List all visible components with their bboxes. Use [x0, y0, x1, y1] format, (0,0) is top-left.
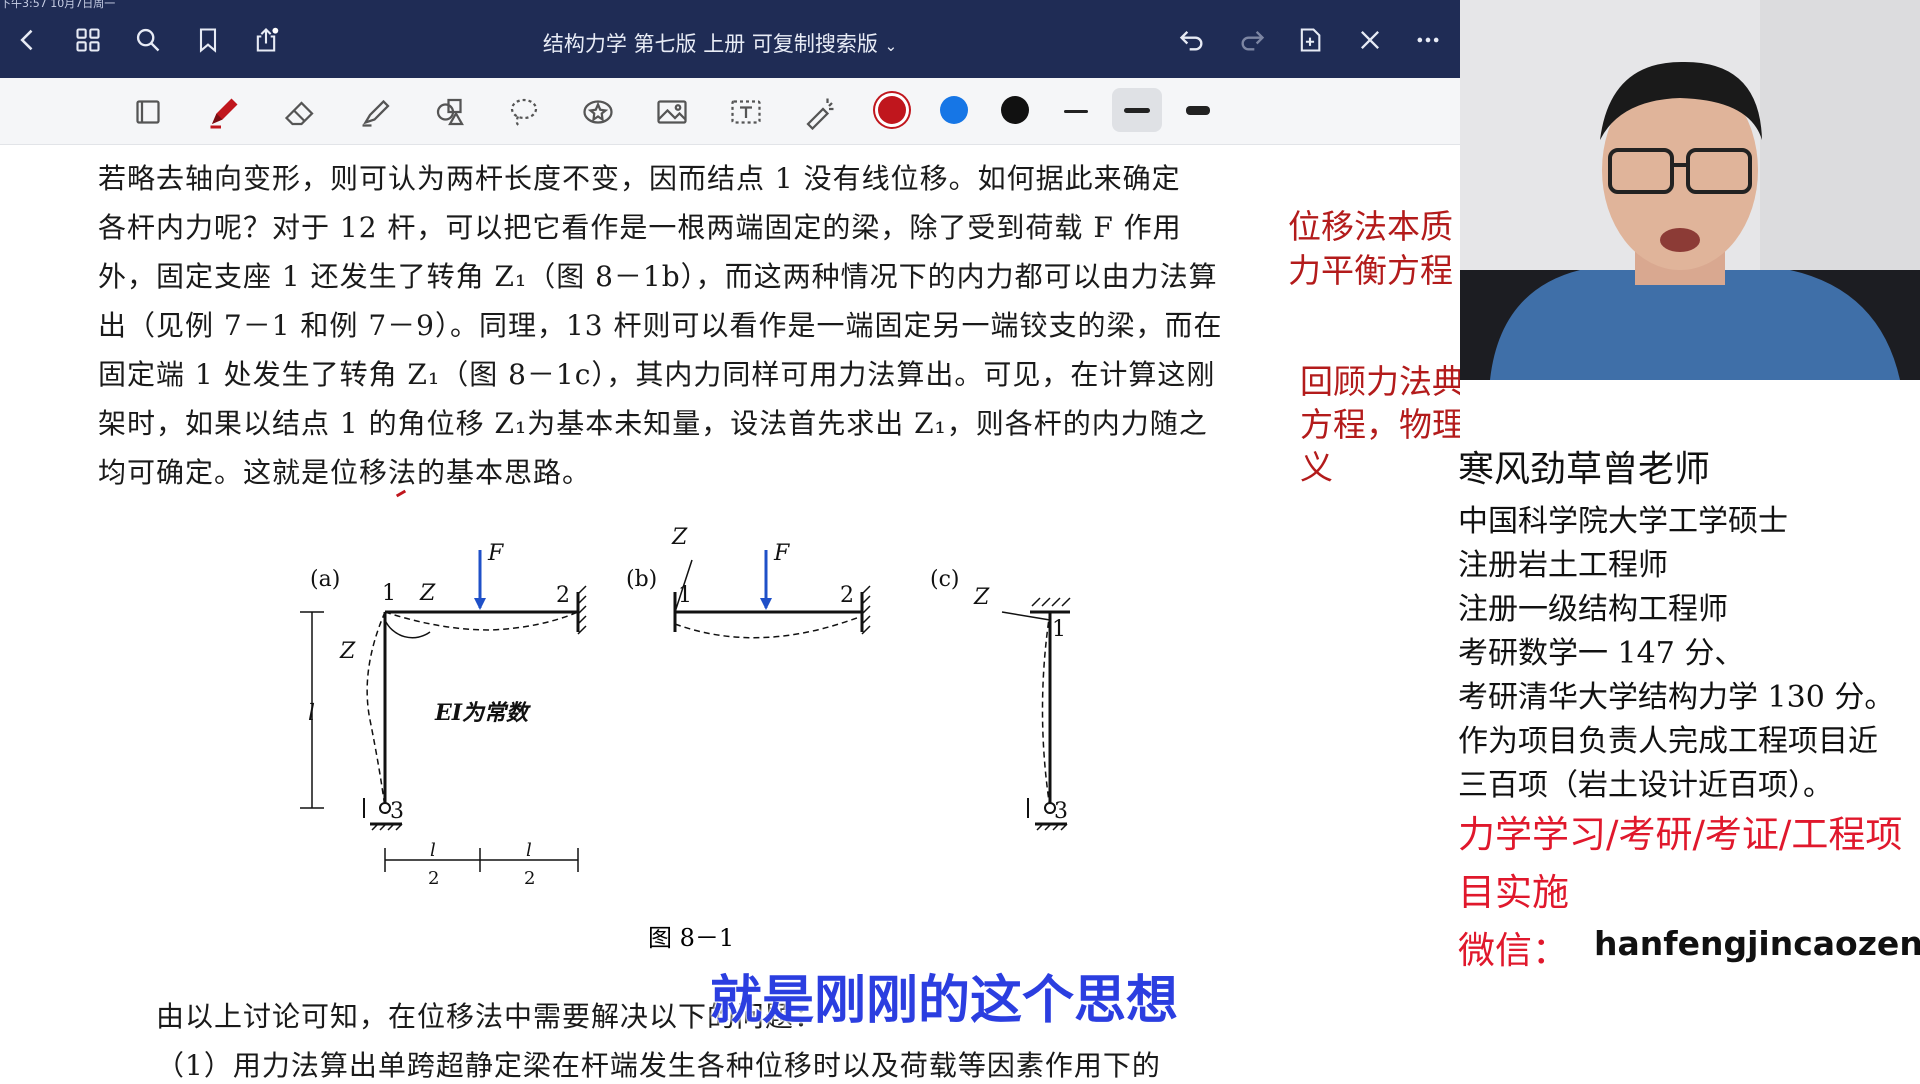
color-black-swatch[interactable] [1001, 96, 1029, 124]
credential-line: 作为项目负责人完成工程项目近 [1458, 724, 1878, 759]
text-line: （1）用力法算出单跨超静定梁在杆端发生各种位移时以及荷载等因素作用下的 [156, 1049, 1161, 1082]
text-line: 若略去轴向变形，则可认为两杆长度不变，因而结点 1 没有线位移。如何据此来确定 [98, 162, 1181, 195]
undo-icon[interactable] [1176, 24, 1208, 56]
more-icon[interactable] [1412, 24, 1444, 56]
pen-tool[interactable] [204, 92, 244, 132]
label-F: F [487, 541, 504, 566]
wechat-id: hanfengjincaozeng [1594, 924, 1920, 963]
label-l: l [308, 701, 315, 726]
promo-line: 目实施 [1458, 871, 1569, 914]
credential-line: 注册岩土工程师 [1458, 548, 1668, 583]
text-tool[interactable] [726, 92, 766, 132]
label-half-l-den-2: 2 [524, 868, 535, 889]
share-icon[interactable] [250, 24, 282, 56]
credential-line: 考研清华大学结构力学 130 分。 [1458, 680, 1895, 715]
status-bar-time: 下午3:57 10月7日周一 [0, 0, 116, 10]
annotation-note-2-line-2: 方程，物理 [1300, 405, 1460, 444]
eraser-tool[interactable] [280, 92, 320, 132]
color-red-swatch[interactable] [878, 96, 906, 124]
label-node-3-c: 3 [1054, 799, 1068, 824]
label-node-1-c: 1 [1052, 617, 1066, 642]
label-half-l-num-1: l [430, 840, 436, 861]
sticker-tool[interactable] [578, 92, 618, 132]
page-view-tool[interactable] [128, 92, 168, 132]
text-line: 均可确定。这就是位移法的基本思路。 [98, 456, 592, 489]
text-line: 固定端 1 处发生了转角 Z₁（图 8－1c），其内力同样可用力法算出。可见，在… [98, 358, 1216, 391]
stroke-thick[interactable] [1186, 106, 1210, 115]
credential-line: 中国科学院大学工学硕士 [1458, 504, 1788, 539]
label-a: (a) [310, 567, 340, 592]
color-blue-swatch[interactable] [940, 96, 968, 124]
text-line: 架时，如果以结点 1 的角位移 Z₁为基本未知量，设法首先求出 Z₁，则各杆的内… [98, 407, 1208, 440]
label-half-l-num-2: l [526, 840, 532, 861]
highlighter-tool[interactable] [356, 92, 396, 132]
document-title-text: 结构力学 第七版 上册 可复制搜索版 [542, 32, 878, 56]
annotation-note-1-line-2: 力平衡方程 [1288, 251, 1453, 290]
label-Z1-c: Z [973, 585, 990, 610]
label-EI: EI为常数 [434, 700, 531, 726]
label-Z1: Z [419, 581, 436, 606]
text-line: 外，固定支座 1 还发生了转角 Z₁（图 8－1b），而这两种情况下的内力都可以… [98, 260, 1218, 293]
text-line: 出（见例 7－1 和例 7－9）。同理，13 杆则可以看作是一端固定另一端铰支的… [98, 309, 1223, 342]
laser-pointer-tool[interactable] [800, 92, 840, 132]
image-tool[interactable] [652, 92, 692, 132]
webcam-video [1460, 0, 1920, 380]
stroke-thin[interactable] [1064, 110, 1088, 113]
teacher-name: 寒风劲草曾老师 [1458, 449, 1711, 490]
add-page-icon[interactable] [1294, 24, 1326, 56]
label-Z1-left: Z [339, 639, 356, 664]
credential-line: 三百项（岩土设计近百项）。 [1458, 768, 1833, 803]
wechat-label: 微信： [1458, 929, 1569, 972]
label-c: (c) [930, 567, 960, 592]
search-icon[interactable] [132, 24, 164, 56]
grid-icon[interactable] [72, 24, 104, 56]
video-subtitle: 就是刚刚的这个思想 [710, 971, 1179, 1031]
annotation-note-2-line-3: 义 [1300, 448, 1333, 487]
text-line: 各杆内力呢？对于 12 杆，可以把它看作是一根两端固定的梁，除了受到荷载 F 作… [98, 211, 1182, 244]
label-half-l-den-1: 2 [428, 868, 439, 889]
annotation-note-2-line-1: 回顾力法典 [1300, 362, 1460, 401]
lasso-tool[interactable] [504, 92, 544, 132]
credential-line: 注册一级结构工程师 [1458, 592, 1728, 627]
label-b: (b) [626, 567, 657, 592]
label-node-1: 1 [382, 581, 396, 606]
close-icon[interactable] [1354, 24, 1386, 56]
stroke-medium[interactable] [1124, 108, 1150, 113]
figure-caption: 图 8－1 [648, 924, 735, 952]
back-icon[interactable] [12, 24, 44, 56]
label-node-2-b: 2 [840, 583, 854, 608]
chevron-down-icon[interactable]: ⌄ [885, 37, 898, 55]
label-Z1-b: Z [671, 525, 688, 550]
annotation-note-1-line-1: 位移法本质 [1288, 207, 1453, 246]
label-F-b: F [773, 541, 790, 566]
figure-8-1: (a) F 1 2 3 Z Z l l 2 l 2 EI为常数 (b) F 1 … [300, 525, 1071, 889]
credential-line: 考研数学一 147 分、 [1458, 636, 1745, 671]
shapes-tool[interactable] [430, 92, 470, 132]
label-node-2: 2 [556, 583, 570, 608]
label-node-3: 3 [390, 799, 404, 824]
document-title[interactable]: 结构力学 第七版 上册 可复制搜索版 ⌄ [480, 28, 960, 58]
promo-line: 力学学习/考研/考证/工程项 [1458, 813, 1903, 856]
redo-icon[interactable] [1236, 24, 1268, 56]
bookmark-icon[interactable] [192, 24, 224, 56]
label-node-1-b: 1 [678, 583, 692, 608]
